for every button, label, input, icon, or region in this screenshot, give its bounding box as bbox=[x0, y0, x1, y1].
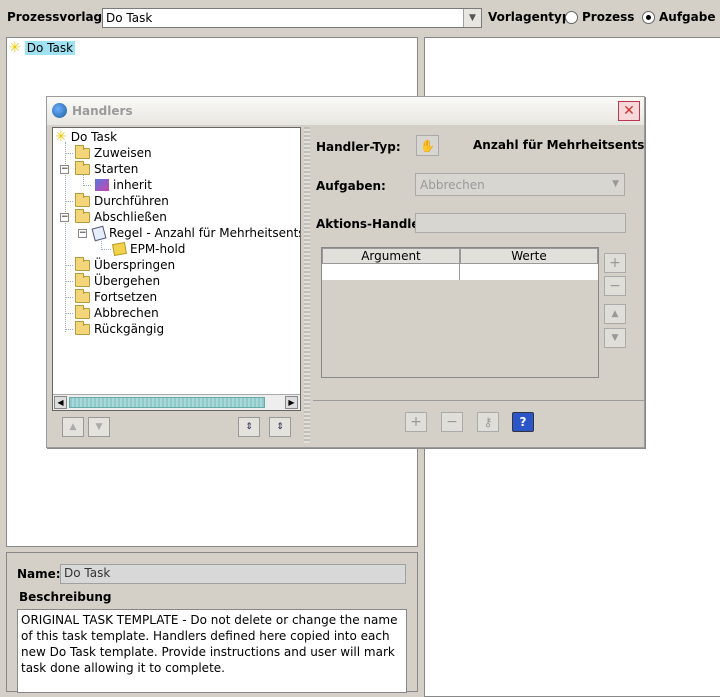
splitter[interactable] bbox=[304, 127, 310, 443]
tree-item-rueckgaengig[interactable]: Rückgängig bbox=[75, 320, 165, 337]
column-header-argument[interactable]: Argument bbox=[322, 248, 460, 264]
handler-type-label: Handler-Typ: bbox=[316, 140, 401, 154]
star-icon: ✳ bbox=[9, 40, 21, 56]
tree-node-label[interactable]: Do Task bbox=[24, 41, 76, 55]
tree-node-root[interactable]: ✳ Do Task bbox=[9, 40, 76, 56]
dialog-title: Handlers bbox=[72, 104, 133, 118]
tree-item-label: Rückgängig bbox=[94, 322, 165, 336]
dialog-titlebar[interactable]: Handlers ✕ bbox=[47, 97, 644, 125]
handler-tree-root-label: Do Task bbox=[70, 130, 118, 144]
tree-item-label: Zuweisen bbox=[94, 146, 152, 160]
horizontal-scrollbar[interactable]: ◀ ▶ bbox=[53, 394, 300, 410]
move-down-button[interactable]: ▼ bbox=[88, 417, 110, 437]
handler-tree: ✳ Do Task Zuweisen − Starten inherit Dur… bbox=[52, 127, 301, 411]
tree-item-abbrechen[interactable]: Abbrechen bbox=[75, 304, 159, 321]
details-panel: Name: Do Task Beschreibung ORIGINAL TASK… bbox=[6, 552, 418, 693]
tree-item-ueberspringen[interactable]: Überspringen bbox=[75, 256, 176, 273]
collapse-icon[interactable]: − bbox=[60, 165, 69, 174]
tree-item-regel[interactable]: Regel - Anzahl für Mehrheitsentsch bbox=[91, 225, 301, 241]
folder-icon bbox=[75, 304, 90, 319]
tree-item-inherit[interactable]: inherit bbox=[95, 177, 152, 193]
tree-item-zuweisen[interactable]: Zuweisen bbox=[75, 144, 152, 161]
template-label: Prozessvorlage bbox=[7, 10, 111, 24]
tasks-select[interactable]: Abbrechen ▼ bbox=[415, 173, 625, 196]
remove-argument-button[interactable]: − bbox=[604, 276, 626, 296]
radio-process[interactable] bbox=[565, 11, 578, 27]
expand-all-button[interactable]: ⇕ bbox=[238, 417, 260, 437]
hand-icon[interactable]: ✋ bbox=[416, 135, 439, 156]
tree-item-abschliessen[interactable]: Abschließen bbox=[75, 208, 167, 225]
tree-item-label: Abschließen bbox=[94, 210, 167, 224]
argument-table: Argument Werte bbox=[321, 247, 599, 378]
folder-icon bbox=[75, 288, 90, 303]
tree-item-label: EPM-hold bbox=[130, 242, 186, 256]
tree-item-label: Fortsetzen bbox=[94, 290, 158, 304]
tree-item-durchfuehren[interactable]: Durchführen bbox=[75, 192, 169, 209]
description-label: Beschreibung bbox=[19, 590, 112, 604]
dialog-divider bbox=[313, 400, 644, 401]
add-handler-button[interactable]: + bbox=[405, 412, 427, 432]
star-icon: ✳ bbox=[55, 129, 67, 145]
folder-icon bbox=[75, 192, 90, 207]
collapse-icon[interactable]: − bbox=[78, 229, 87, 238]
argument-up-button[interactable]: ▲ bbox=[604, 304, 626, 324]
handlers-dialog: Handlers ✕ ✳ Do Task Zuweisen − Starten … bbox=[46, 96, 645, 448]
scroll-right-icon[interactable]: ▶ bbox=[285, 396, 298, 409]
tree-item-uebergehen[interactable]: Übergehen bbox=[75, 272, 161, 289]
template-select[interactable]: Do Task ▼ bbox=[102, 8, 482, 28]
move-up-button[interactable]: ▲ bbox=[62, 417, 84, 437]
folder-icon bbox=[75, 208, 90, 223]
folder-icon bbox=[75, 256, 90, 271]
folder-icon bbox=[75, 320, 90, 335]
table-cell[interactable] bbox=[322, 264, 460, 280]
tree-item-label: Regel - Anzahl für Mehrheitsentsch bbox=[109, 226, 301, 240]
radio-task[interactable] bbox=[642, 11, 655, 27]
tree-item-label: Abbrechen bbox=[94, 306, 159, 320]
top-toolbar: Prozessvorlage Do Task ▼ Vorlagentyp Pro… bbox=[0, 0, 720, 36]
action-handler-label: Aktions-Handler: bbox=[316, 217, 431, 231]
template-select-value: Do Task bbox=[106, 11, 153, 25]
handler-tree-root[interactable]: ✳ Do Task bbox=[55, 129, 117, 145]
scroll-left-icon[interactable]: ◀ bbox=[54, 396, 67, 409]
help-icon[interactable]: ? bbox=[512, 412, 534, 432]
handler-type-value: Anzahl für Mehrheitsentscheid bbox=[473, 138, 644, 152]
action-handler-field[interactable] bbox=[415, 213, 626, 233]
handler-icon bbox=[95, 179, 109, 191]
tree-item-fortsetzen[interactable]: Fortsetzen bbox=[75, 288, 158, 305]
tree-item-epm-hold[interactable]: EPM-hold bbox=[112, 241, 186, 257]
globe-icon bbox=[52, 103, 67, 118]
scrollbar-thumb[interactable] bbox=[69, 397, 265, 408]
collapse-icon[interactable]: − bbox=[60, 213, 69, 222]
chevron-down-icon[interactable]: ▼ bbox=[463, 9, 481, 27]
remove-handler-button[interactable]: − bbox=[441, 412, 463, 432]
tree-item-label: Übergehen bbox=[94, 274, 161, 288]
table-cell[interactable] bbox=[460, 264, 598, 280]
name-field[interactable]: Do Task bbox=[60, 564, 406, 584]
name-label: Name: bbox=[17, 567, 61, 581]
argument-down-button[interactable]: ▼ bbox=[604, 328, 626, 348]
tasks-label: Aufgaben: bbox=[316, 179, 386, 193]
add-argument-button[interactable]: + bbox=[604, 253, 626, 273]
radio-process-label[interactable]: Prozess bbox=[582, 10, 634, 24]
name-field-value: Do Task bbox=[64, 566, 111, 580]
folder-icon bbox=[75, 160, 90, 175]
tree-item-label: Überspringen bbox=[94, 258, 176, 272]
tree-item-label: Durchführen bbox=[94, 194, 169, 208]
column-header-werte[interactable]: Werte bbox=[460, 248, 598, 264]
close-icon[interactable]: ✕ bbox=[618, 101, 640, 121]
tree-item-starten[interactable]: Starten bbox=[75, 160, 139, 177]
chevron-down-icon[interactable]: ▼ bbox=[612, 179, 619, 189]
rule-icon bbox=[91, 225, 107, 241]
collapse-all-button[interactable]: ⇕ bbox=[269, 417, 291, 437]
description-textarea[interactable]: ORIGINAL TASK TEMPLATE - Do not delete o… bbox=[17, 609, 407, 693]
type-label: Vorlagentyp bbox=[488, 10, 571, 24]
tree-item-label: inherit bbox=[113, 178, 152, 192]
folder-icon bbox=[75, 272, 90, 287]
tasks-select-value: Abbrechen bbox=[420, 178, 485, 192]
radio-task-label[interactable]: Aufgabe bbox=[659, 10, 715, 24]
note-icon bbox=[112, 241, 127, 257]
key-icon[interactable]: ⚷ bbox=[477, 412, 499, 432]
folder-icon bbox=[75, 144, 90, 159]
tree-item-label: Starten bbox=[94, 162, 139, 176]
